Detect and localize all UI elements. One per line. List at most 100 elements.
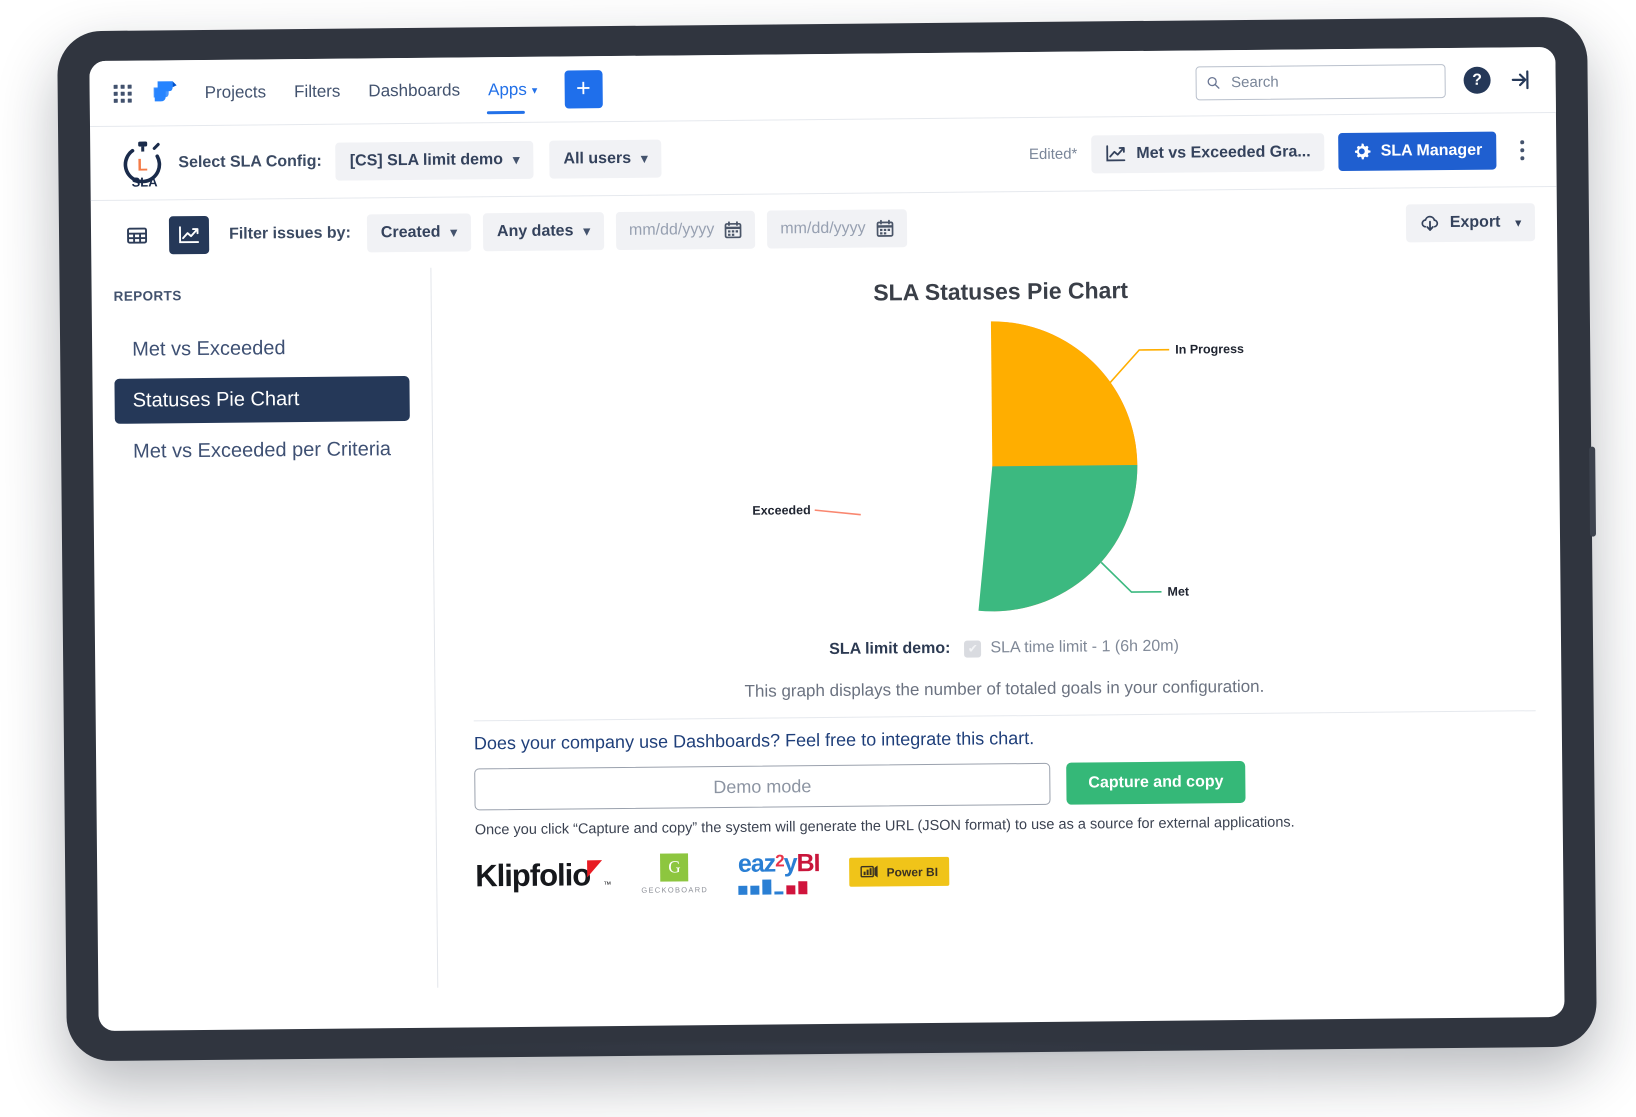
top-navigation-right: ? bbox=[1195, 63, 1533, 100]
edited-status-label: Edited* bbox=[1028, 145, 1078, 164]
table-view-toggle[interactable] bbox=[116, 216, 158, 255]
kebab-menu-icon[interactable] bbox=[1510, 134, 1534, 166]
chart-view-toggle[interactable] bbox=[168, 215, 210, 255]
chart-line-icon bbox=[1106, 145, 1126, 162]
date-to-input[interactable]: mm/dd/yyyy bbox=[767, 209, 907, 249]
logo-geckoboard-text: GECKOBOARD bbox=[641, 885, 709, 895]
sidebar-item-met-vs-exceeded-per-criteria[interactable]: Met vs Exceeded per Criteria bbox=[115, 427, 410, 475]
search-box[interactable] bbox=[1195, 63, 1446, 100]
cloud-download-icon bbox=[1421, 215, 1438, 231]
pie-label-in-progress: In Progress bbox=[1175, 342, 1244, 357]
nav-item-filters[interactable]: Filters bbox=[293, 61, 342, 121]
date-from-input[interactable]: mm/dd/yyyy bbox=[615, 210, 756, 251]
tablet-shadow bbox=[430, 1040, 1230, 1056]
reports-heading: REPORTS bbox=[113, 288, 182, 304]
help-button[interactable]: ? bbox=[1463, 66, 1491, 94]
pie-slice-met[interactable] bbox=[977, 465, 1139, 612]
sidebar-item-met-vs-exceeded[interactable]: Met vs Exceeded bbox=[114, 325, 409, 373]
sla-stopwatch-logo-icon: L SLA bbox=[123, 141, 162, 189]
dashboards-question: Does your company use Dashboards? Feel f… bbox=[473, 728, 1035, 754]
nav-item-dashboards-label: Dashboards bbox=[368, 80, 461, 100]
nav-item-dashboards[interactable]: Dashboards bbox=[367, 60, 461, 121]
chevron-down-icon: ▾ bbox=[583, 223, 591, 239]
section-divider bbox=[473, 710, 1536, 722]
sla-manager-button[interactable]: SLA Manager bbox=[1338, 131, 1497, 171]
select-sla-config-label: Select SLA Config: bbox=[178, 152, 322, 171]
pie-leader-met bbox=[1100, 561, 1162, 593]
chevron-down-icon: ▾ bbox=[1515, 216, 1522, 229]
plus-icon: + bbox=[575, 74, 591, 103]
met-vs-exceeded-graph-label: Met vs Exceeded Gra... bbox=[1136, 142, 1311, 162]
logo-klipfolio-text: Klipfolio bbox=[475, 857, 591, 894]
capture-and-copy-label: Capture and copy bbox=[1088, 773, 1224, 792]
filter-field-value: Created bbox=[380, 223, 441, 242]
login-button[interactable] bbox=[1509, 67, 1534, 92]
nav-item-apps-label: Apps bbox=[487, 79, 527, 99]
nav-item-apps[interactable]: Apps ▾ bbox=[487, 59, 539, 119]
sla-limit-checkbox[interactable]: ✔ bbox=[964, 640, 982, 658]
chevron-down-icon: ▾ bbox=[450, 224, 458, 240]
pie-label-exceeded: Exceeded bbox=[752, 503, 811, 518]
capture-and-copy-button[interactable]: Capture and copy bbox=[1066, 760, 1246, 805]
page-content: REPORTS Met vs Exceeded Statuses Pie Cha… bbox=[91, 257, 1564, 992]
logo-powerbi: Power BI bbox=[849, 856, 950, 887]
sidebar-item-statuses-pie-chart[interactable]: Statuses Pie Chart bbox=[114, 376, 410, 424]
pie-label-met: Met bbox=[1167, 585, 1189, 599]
svg-text:L: L bbox=[137, 155, 148, 174]
svg-text:SLA: SLA bbox=[131, 174, 158, 189]
nav-item-filters-label: Filters bbox=[294, 81, 341, 101]
filter-field-dropdown[interactable]: Created ▾ bbox=[366, 213, 472, 253]
nav-item-projects[interactable]: Projects bbox=[203, 62, 267, 123]
sla-config-bar: L SLA Select SLA Config: [CS] SLA limit … bbox=[90, 112, 1557, 202]
date-to-placeholder: mm/dd/yyyy bbox=[780, 219, 866, 238]
search-input[interactable] bbox=[1229, 71, 1435, 93]
jira-logo-icon[interactable] bbox=[152, 79, 178, 107]
klipfolio-tm-mark: ™ bbox=[603, 880, 612, 890]
table-view-icon bbox=[127, 227, 148, 244]
top-navigation-bar: Projects Filters Dashboards Apps ▾ + Sea… bbox=[89, 46, 1556, 128]
export-label: Export bbox=[1449, 213, 1501, 232]
sidebar-item-label: Met vs Exceeded per Criteria bbox=[133, 438, 392, 463]
pie-chart-svg: In Progress Met Exceeded bbox=[752, 320, 1244, 612]
klipfolio-triangle-icon bbox=[587, 860, 603, 878]
chevron-down-icon: ▾ bbox=[512, 151, 520, 167]
pie-slice-in-progress[interactable] bbox=[990, 320, 1138, 467]
demo-mode-value: Demo mode bbox=[713, 775, 812, 797]
calendar-icon bbox=[876, 219, 894, 237]
sla-limit-value: SLA time limit - 1 (6h 20m) bbox=[990, 637, 1179, 657]
chart-title: SLA Statuses Pie Chart bbox=[873, 277, 1129, 306]
sla-manager-label: SLA Manager bbox=[1380, 141, 1483, 160]
sidebar-item-label: Statuses Pie Chart bbox=[132, 388, 300, 412]
filter-dates-dropdown[interactable]: Any dates ▾ bbox=[482, 212, 605, 252]
logo-powerbi-text: Power BI bbox=[886, 864, 939, 879]
demo-mode-input[interactable]: Demo mode bbox=[474, 762, 1051, 811]
sla-limit-name: SLA limit demo: bbox=[829, 639, 951, 658]
calendar-icon bbox=[724, 221, 742, 239]
graph-description: This graph displays the number of totale… bbox=[744, 676, 1265, 701]
nav-item-projects-label: Projects bbox=[204, 81, 267, 102]
export-button[interactable]: Export ▾ bbox=[1405, 203, 1536, 243]
sla-config-dropdown[interactable]: [CS] SLA limit demo ▾ bbox=[335, 140, 534, 181]
sla-config-dropdown-value: [CS] SLA limit demo bbox=[349, 150, 504, 170]
logo-eazybi-text: eaz2yBI bbox=[737, 849, 820, 878]
filter-issues-by-label: Filter issues by: bbox=[228, 224, 351, 243]
capture-row: Demo mode Capture and copy bbox=[474, 758, 1536, 811]
pie-leader-exceeded bbox=[814, 509, 861, 516]
tablet-screen: Projects Filters Dashboards Apps ▾ + Sea… bbox=[89, 46, 1565, 1032]
sla-limit-row: SLA limit demo: ✔ SLA time limit - 1 (6h… bbox=[473, 634, 1535, 662]
pie-chart: In Progress Met Exceeded bbox=[470, 306, 1535, 636]
tablet-side-button bbox=[1589, 446, 1597, 537]
met-vs-exceeded-graph-button[interactable]: Met vs Exceeded Gra... bbox=[1091, 132, 1325, 173]
create-button[interactable]: + bbox=[564, 69, 603, 108]
apps-grid-icon[interactable] bbox=[113, 84, 132, 103]
filter-dates-value: Any dates bbox=[496, 222, 574, 241]
help-icon: ? bbox=[1472, 71, 1483, 89]
eazybi-bars-icon bbox=[738, 878, 820, 895]
chevron-down-icon: ▾ bbox=[640, 150, 648, 166]
report-panel: SLA Statuses Pie Chart In Progress Met E… bbox=[431, 257, 1564, 988]
reports-sidebar: REPORTS Met vs Exceeded Statuses Pie Cha… bbox=[91, 267, 439, 992]
sla-config-bar-right: Edited* Met vs Exceeded Gra... SLA Manag… bbox=[1029, 131, 1535, 174]
users-dropdown[interactable]: All users ▾ bbox=[549, 139, 662, 179]
chevron-down-icon: ▾ bbox=[531, 84, 538, 97]
geckoboard-mark-icon: G bbox=[660, 853, 689, 882]
